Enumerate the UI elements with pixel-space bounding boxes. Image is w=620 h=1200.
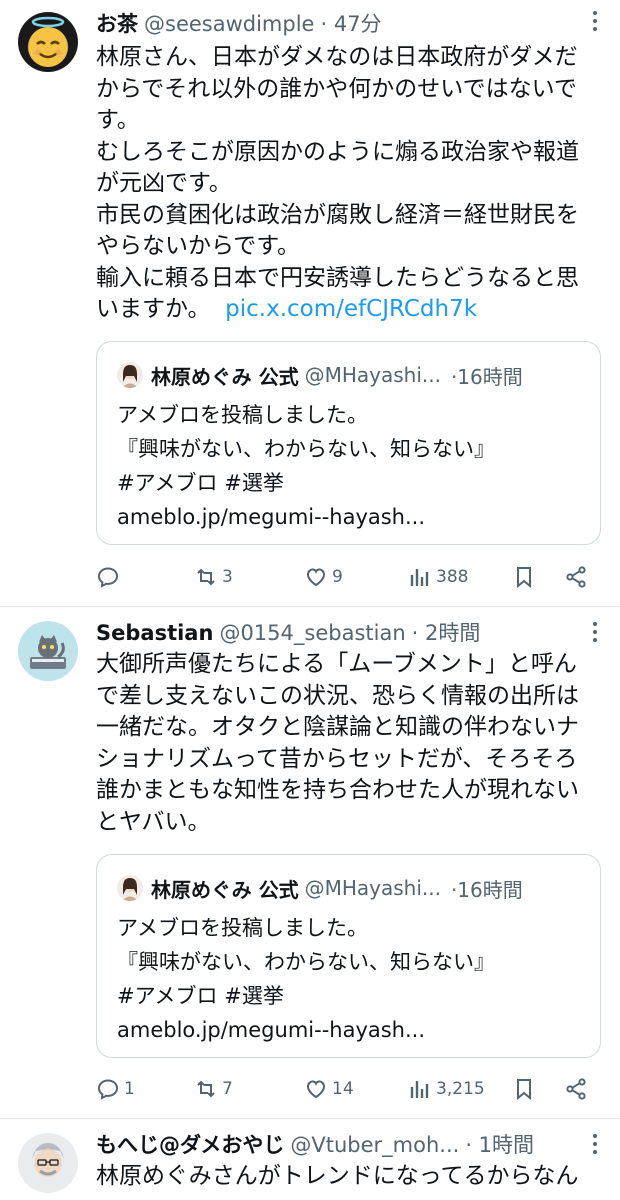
- retweet-count: 3: [222, 567, 233, 587]
- timestamp[interactable]: · 2時間: [412, 617, 481, 647]
- quoted-handle: @MHayashi...: [304, 363, 441, 387]
- bookmark-icon: [517, 1079, 531, 1101]
- user-handle[interactable]: @0154_sebastian: [219, 621, 405, 645]
- view-count: 388: [436, 567, 469, 587]
- share-icon: [566, 1078, 586, 1100]
- text-line: 誰かまともな知性を持ち合わせた人が現れない: [96, 777, 579, 803]
- tweet-1[interactable]: お茶 @seesawdimple · 47分 林原さん、日本がダメなのは日本政府…: [0, 0, 620, 606]
- tweet-text: 林原めぐみさんがトレンドになってるからなん: [96, 1161, 606, 1193]
- text-line: むしろそこが原因かのように煽る政治家や報道: [96, 138, 579, 165]
- views-button[interactable]: 388: [408, 562, 468, 592]
- like-button[interactable]: 14: [304, 1074, 354, 1104]
- user-handle[interactable]: @Vtuber_moh...: [290, 1133, 459, 1157]
- quoted-line: アメブロを投稿しました。: [117, 916, 368, 940]
- retweet-icon: [197, 568, 215, 586]
- quoted-line: #アメブロ #選挙: [117, 471, 284, 495]
- tweet-text: 林原さん、日本がダメなのは日本政府がダメだ からでそれ以外の誰かや何かのせいでは…: [96, 42, 606, 326]
- reply-count: 1: [124, 1079, 135, 1099]
- retweet-button[interactable]: 3: [194, 562, 233, 592]
- avatar-ocha[interactable]: [18, 12, 78, 72]
- tweet-text: 大御所声優たちによる「ムーブメント」と呼ん で差し支えないこの状況、恐らく情報の…: [96, 649, 606, 838]
- quoted-link-text: ameblo.jp/megumi--hayash...: [117, 1018, 426, 1042]
- text-line: 輸入に頼る日本で円安誘導したらどうなると思: [96, 264, 579, 291]
- quoted-display-name: 林原めぐみ 公式: [151, 877, 299, 902]
- view-count: 3,215: [436, 1079, 485, 1099]
- text-line: 林原さん、日本がダメなのは日本政府がダメだ: [96, 44, 578, 70]
- share-button[interactable]: [564, 562, 592, 592]
- quoted-tweet[interactable]: 林原めぐみ 公式 @MHayashi... ·16時間 アメブロを投稿しました。…: [96, 854, 601, 1058]
- views-icon: [410, 569, 429, 586]
- text-line: いますか。 pic.x.com/efCJRCdh7k: [96, 294, 606, 326]
- quoted-link-text: ameblo.jp/megumi--hayash...: [117, 505, 426, 529]
- like-icon: [306, 568, 326, 587]
- share-button[interactable]: [564, 1074, 592, 1104]
- like-count: 14: [332, 1079, 354, 1099]
- more-options-icon[interactable]: [584, 621, 606, 643]
- tweet-3[interactable]: もへじ@ダメおやじ @Vtuber_moh... · 1時間 林原めぐみさんがト…: [0, 1119, 620, 1200]
- tweet-header: もへじ@ダメおやじ @Vtuber_moh... · 1時間: [96, 1129, 580, 1163]
- quoted-timestamp: ·16時間: [450, 877, 523, 902]
- quoted-line: 『興味がない、わからない、知らない』: [117, 437, 495, 461]
- bookmark-button[interactable]: [512, 1074, 540, 1104]
- quoted-timestamp: ·16時間: [450, 364, 523, 389]
- reply-button[interactable]: [96, 562, 124, 592]
- quoted-text: アメブロを投稿しました。 『興味がない、わからない、知らない』 #アメブロ #選…: [117, 911, 495, 1047]
- text-line: 大御所声優たちによる「ムーブメント」と呼ん: [96, 651, 577, 677]
- quoted-text: アメブロを投稿しました。 『興味がない、わからない、知らない』 #アメブロ #選…: [117, 398, 495, 534]
- bookmark-icon: [517, 567, 531, 589]
- quoted-tweet[interactable]: 林原めぐみ 公式 @MHayashi... ·16時間 アメブロを投稿しました。…: [96, 341, 601, 545]
- more-options-icon[interactable]: [584, 1133, 606, 1155]
- reply-icon: [97, 567, 119, 588]
- tweet-header: お茶 @seesawdimple · 47分: [96, 8, 580, 42]
- bookmark-button[interactable]: [512, 562, 540, 592]
- share-icon: [566, 566, 586, 588]
- text-line: とヤバい。: [96, 808, 211, 835]
- display-name[interactable]: もへじ@ダメおやじ: [96, 1129, 284, 1159]
- text-line: 一緒だな。オタクと陰謀論と知識の伴わないナ: [96, 714, 579, 740]
- timestamp[interactable]: · 1時間: [465, 1129, 534, 1159]
- retweet-icon: [197, 1080, 215, 1098]
- text-line: やらないからです。: [96, 233, 301, 259]
- text-line: で差し支えないこの状況、恐らく情報の出所は: [96, 682, 579, 709]
- retweet-button[interactable]: 7: [194, 1074, 233, 1104]
- text-line: 市民の貧困化は政治が腐敗し経済＝経世財民を: [96, 201, 579, 228]
- reply-icon: [97, 1079, 119, 1100]
- quoted-display-name: 林原めぐみ 公式: [151, 364, 299, 389]
- quoted-avatar: [117, 362, 143, 388]
- text-line: が元凶です。: [96, 170, 232, 196]
- quoted-line: アメブロを投稿しました。: [117, 403, 368, 427]
- views-icon: [410, 1081, 429, 1098]
- display-name[interactable]: お茶: [96, 8, 138, 38]
- text-line: ショナリズムって昔からセットだが、そろそろ: [96, 745, 578, 772]
- reply-button[interactable]: 1: [96, 1074, 135, 1104]
- like-count: 9: [332, 567, 343, 587]
- display-name[interactable]: Sebastian: [96, 621, 213, 645]
- retweet-count: 7: [222, 1079, 233, 1099]
- like-button[interactable]: 9: [304, 562, 343, 592]
- timestamp[interactable]: · 47分: [320, 8, 381, 38]
- tweet-header: Sebastian @0154_sebastian · 2時間: [96, 617, 580, 651]
- quoted-handle: @MHayashi...: [304, 876, 441, 900]
- media-link[interactable]: pic.x.com/efCJRCdh7k: [225, 296, 477, 322]
- views-button[interactable]: 3,215: [408, 1074, 485, 1104]
- text-line: す。: [96, 107, 140, 133]
- text-line: からでそれ以外の誰かや何かのせいではないで: [96, 75, 577, 102]
- tweet-2[interactable]: Sebastian @0154_sebastian · 2時間 大御所声優たちに…: [0, 607, 620, 1118]
- action-bar: 1 7 14 3,215: [96, 1074, 606, 1104]
- user-handle[interactable]: @seesawdimple: [144, 12, 314, 36]
- quoted-avatar: [117, 875, 143, 901]
- quoted-line: 『興味がない、わからない、知らない』: [117, 950, 495, 974]
- more-options-icon[interactable]: [584, 10, 606, 32]
- avatar-sebastian[interactable]: [18, 621, 78, 681]
- text-line: 林原めぐみさんがトレンドになってるからなん: [96, 1163, 579, 1189]
- avatar-moheji[interactable]: [18, 1133, 78, 1193]
- text-line-end: いますか。: [96, 296, 211, 322]
- like-icon: [306, 1080, 326, 1099]
- action-bar: 3 9 388: [96, 562, 606, 592]
- quoted-line: #アメブロ #選挙: [117, 984, 284, 1008]
